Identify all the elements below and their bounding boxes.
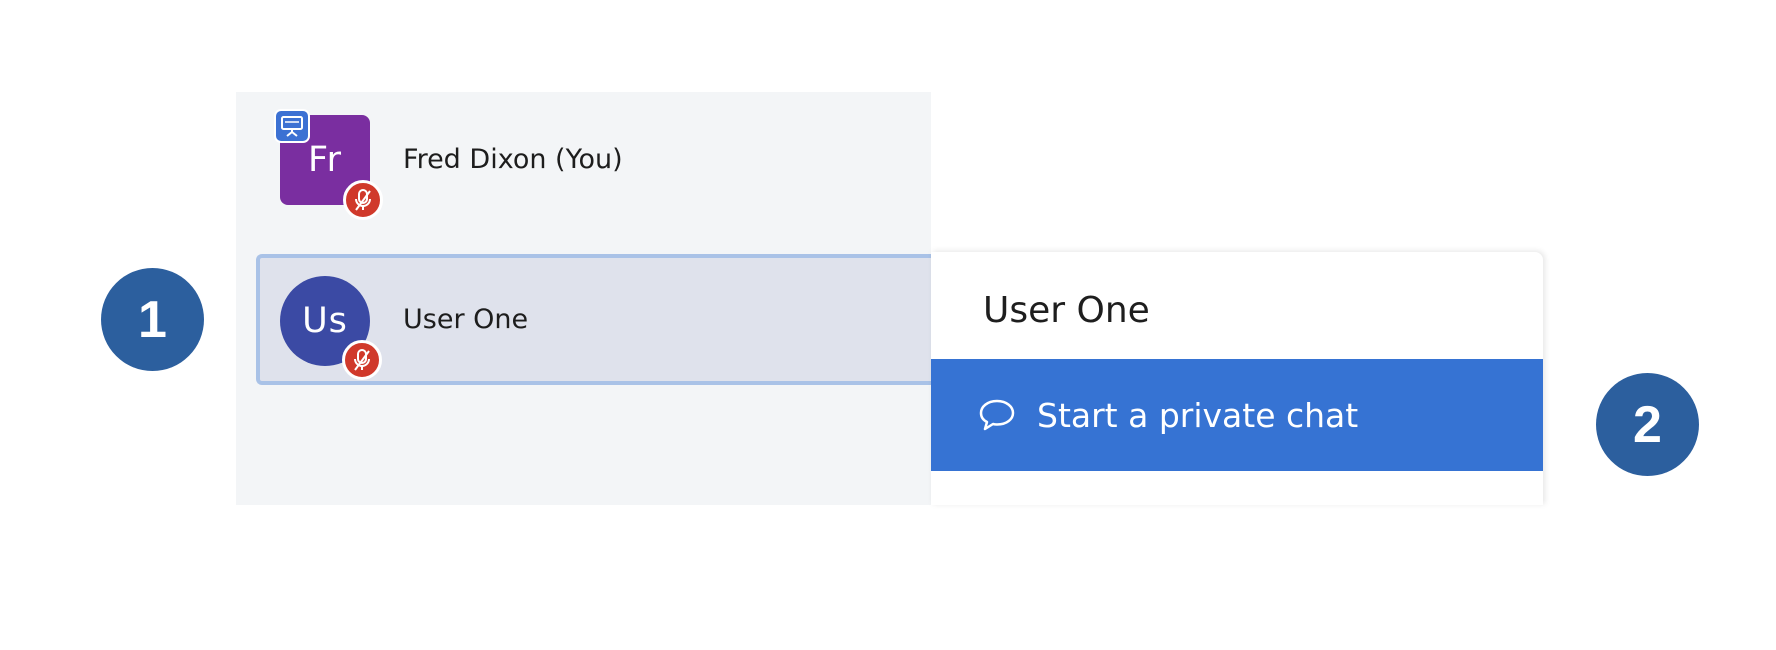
user-name: User One: [403, 304, 529, 335]
presentation-icon: [274, 109, 310, 143]
user-list-item-fred-dixon[interactable]: Fr Fred Dixon (You): [236, 92, 931, 232]
mic-muted-icon: [342, 340, 382, 380]
chat-bubble-icon: [977, 397, 1017, 433]
menu-item-label: Start a private chat: [1037, 395, 1359, 435]
avatar-initials: Fr: [308, 140, 342, 180]
user-actions-dropdown: User One Start a private chat: [931, 252, 1543, 505]
user-list-panel: Fr Fred Dixon (You) Us User One: [236, 92, 931, 505]
screenshot-canvas: 1 Fr Fred Dixon (You) Us User One User O…: [0, 0, 1776, 650]
callout-number: 1: [138, 290, 167, 349]
dropdown-title: User One: [983, 290, 1150, 331]
callout-number: 2: [1633, 395, 1662, 454]
callout-marker-2: 2: [1596, 373, 1699, 476]
mic-muted-icon: [343, 180, 383, 220]
user-name: Fred Dixon (You): [403, 144, 623, 175]
user-list-item-user-one[interactable]: Us User One: [256, 254, 931, 385]
avatar-initials: Us: [302, 301, 348, 341]
start-private-chat-menu-item[interactable]: Start a private chat: [931, 359, 1543, 471]
callout-marker-1: 1: [101, 268, 204, 371]
